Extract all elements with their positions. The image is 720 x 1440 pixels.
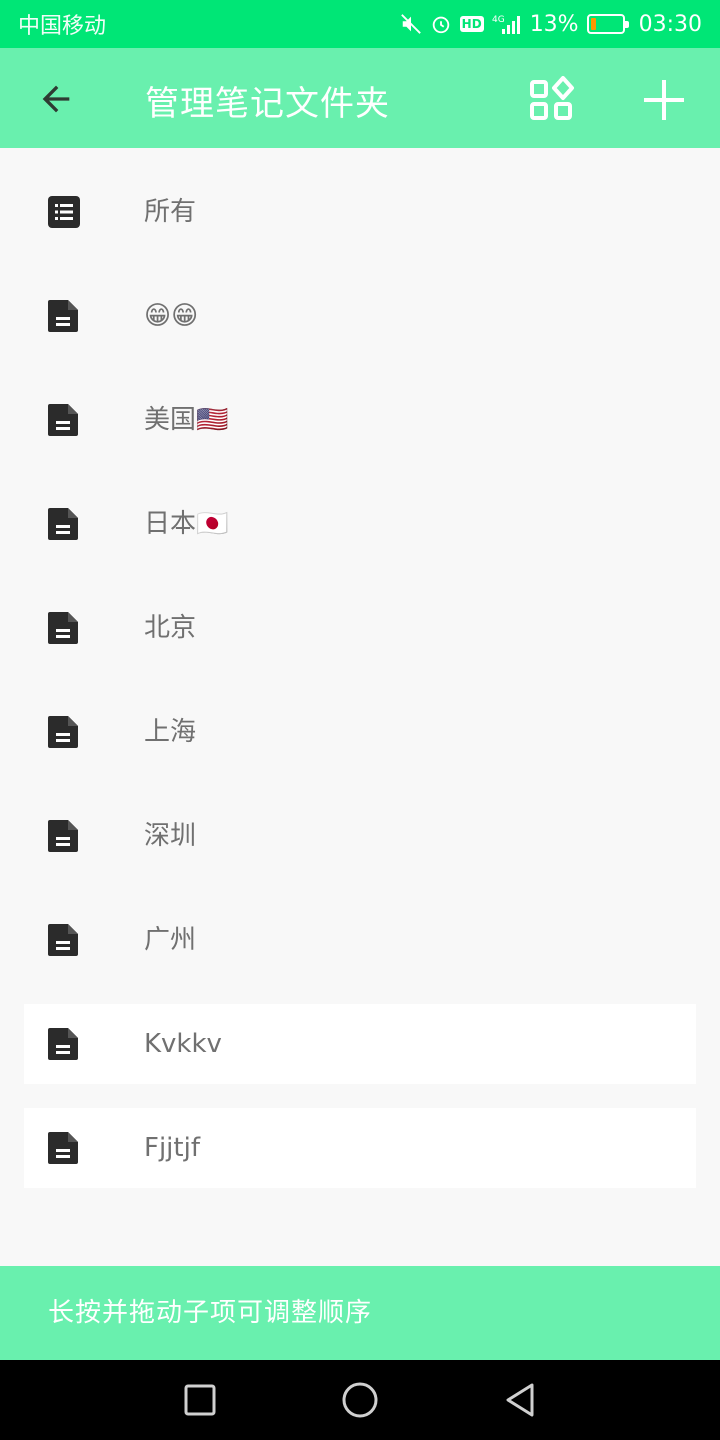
folder-row[interactable]: 上海	[24, 692, 696, 772]
folder-label: 深圳	[144, 821, 197, 851]
folder-row[interactable]: 😁😁	[24, 276, 696, 356]
folder-label: 😁😁	[144, 301, 199, 331]
folder-label: Kvkkv	[144, 1029, 222, 1059]
document-icon	[48, 924, 78, 956]
network-type: 4G	[492, 15, 505, 25]
signal-icon: 4G	[492, 13, 522, 35]
back-nav-button[interactable]	[494, 1374, 546, 1426]
arrow-back-icon	[42, 85, 70, 113]
folder-label: 上海	[144, 717, 197, 747]
page-title: 管理笔记文件夹	[145, 84, 390, 124]
reorder-hint: 长按并拖动子项可调整顺序	[48, 1298, 373, 1328]
folder-label: 所有	[144, 197, 197, 227]
folder-label: 广州	[144, 925, 197, 955]
folder-row[interactable]: 美国🇺🇸	[24, 380, 696, 460]
recents-button[interactable]	[174, 1374, 226, 1426]
battery-level	[590, 18, 596, 30]
status-bar: 中国移动 HD 4G 13% 03:30	[0, 0, 720, 48]
document-icon	[48, 508, 78, 540]
document-icon	[48, 716, 78, 748]
document-icon	[48, 1132, 78, 1164]
folder-row[interactable]: 广州	[24, 900, 696, 980]
hint-bar: 长按并拖动子项可调整顺序	[0, 1266, 720, 1360]
add-folder-button[interactable]	[636, 72, 692, 128]
document-icon	[48, 1028, 78, 1060]
layout-button[interactable]	[524, 72, 580, 128]
folder-label: 日本🇯🇵	[144, 509, 229, 539]
document-icon	[48, 404, 78, 436]
battery-percent: 13%	[529, 11, 579, 37]
folder-row[interactable]: 北京	[24, 588, 696, 668]
square-icon	[184, 1384, 216, 1416]
plus-icon	[644, 80, 684, 120]
back-button[interactable]	[30, 73, 82, 125]
document-icon	[48, 612, 78, 644]
folder-row[interactable]: Fjjtjf	[24, 1108, 696, 1188]
mute-icon	[400, 13, 422, 35]
status-icons: HD 4G 13% 03:30	[400, 12, 702, 37]
battery-icon	[586, 14, 629, 34]
clock: 03:30	[638, 11, 702, 37]
folder-row[interactable]: Kvkkv	[24, 1004, 696, 1084]
folder-row-all[interactable]: 所有	[24, 172, 696, 252]
circle-icon	[342, 1382, 378, 1418]
folder-row[interactable]: 日本🇯🇵	[24, 484, 696, 564]
system-nav-bar	[0, 1360, 720, 1440]
document-icon	[48, 300, 78, 332]
home-button[interactable]	[334, 1374, 386, 1426]
hd-badge: HD	[459, 16, 484, 32]
folder-label: 美国🇺🇸	[144, 405, 229, 435]
list-icon	[48, 196, 80, 228]
triangle-back-icon	[506, 1383, 534, 1417]
folder-label: 北京	[144, 613, 197, 643]
carrier-name: 中国移动	[18, 14, 107, 39]
folder-label: Fjjtjf	[144, 1133, 200, 1163]
widgets-icon	[530, 76, 574, 120]
alarm-icon	[430, 13, 452, 35]
app-bar: 管理笔记文件夹	[0, 48, 720, 148]
folder-row[interactable]: 深圳	[24, 796, 696, 876]
document-icon	[48, 820, 78, 852]
